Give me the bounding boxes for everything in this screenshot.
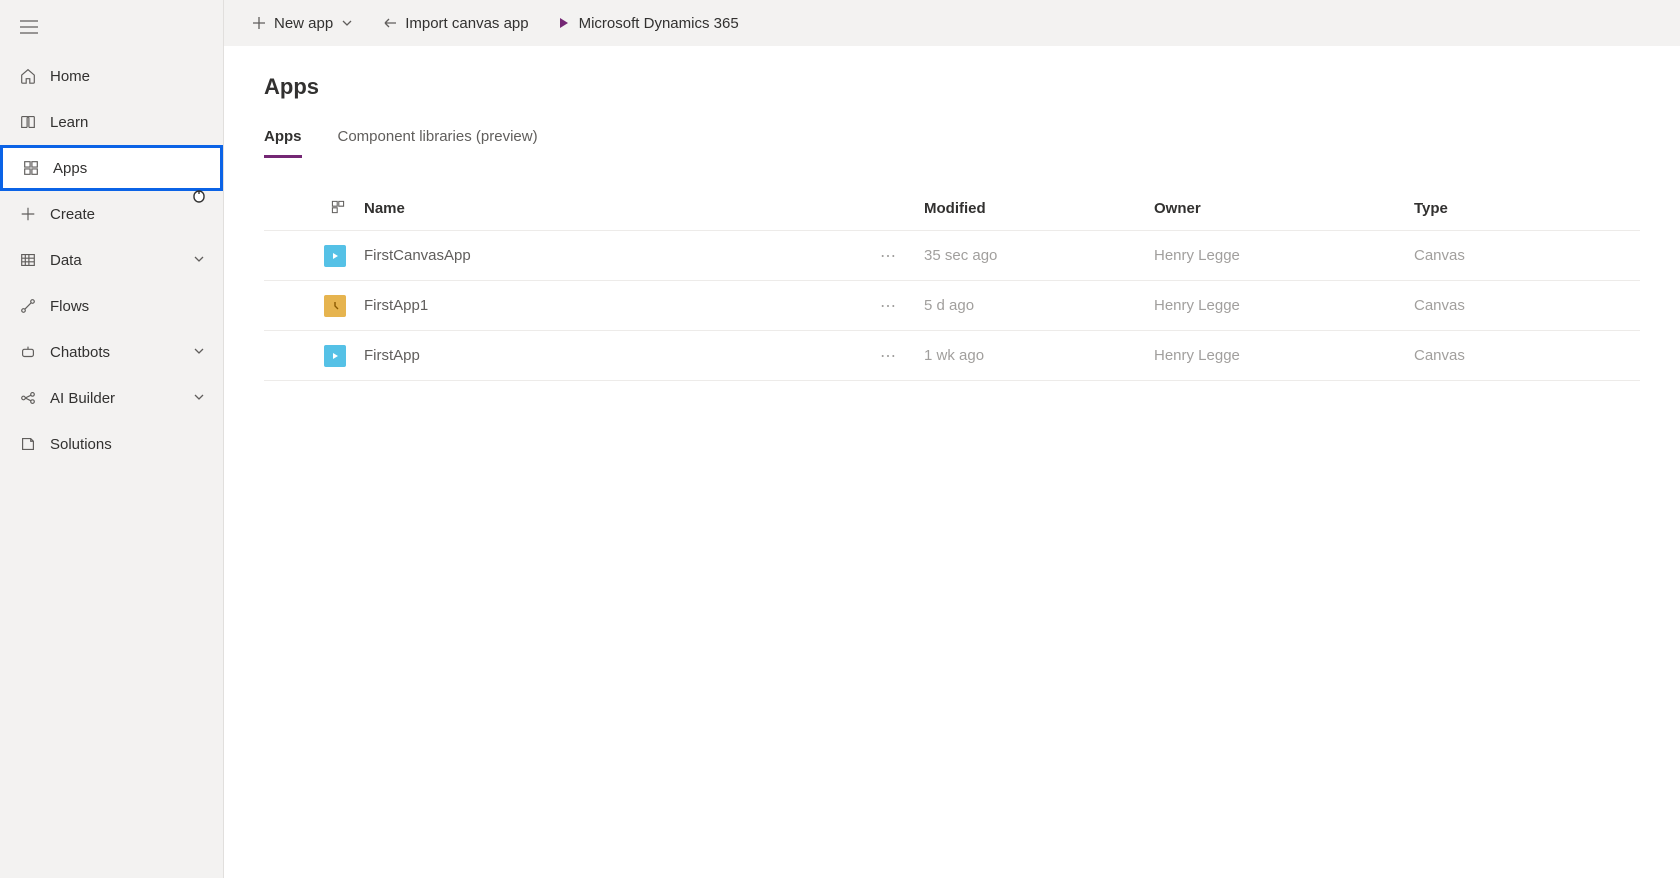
flows-icon <box>18 296 38 316</box>
column-header-modified[interactable]: Modified <box>924 200 1154 217</box>
content-panel: Apps Apps Component libraries (preview) … <box>224 46 1680 878</box>
sidebar-item-label: AI Builder <box>50 390 193 407</box>
app-name[interactable]: FirstApp <box>364 347 854 364</box>
sidebar-item-aibuilder[interactable]: AI Builder <box>0 375 223 421</box>
sidebar-item-solutions[interactable]: Solutions <box>0 421 223 467</box>
solutions-icon <box>18 434 38 454</box>
page-title: Apps <box>264 74 1640 100</box>
sidebar-item-label: Data <box>50 252 193 269</box>
sidebar-item-label: Home <box>50 68 205 85</box>
sidebar-item-label: Create <box>50 206 205 223</box>
tab-apps[interactable]: Apps <box>264 128 302 158</box>
apps-table: Name Modified Owner Type FirstCanvasApp … <box>264 187 1640 381</box>
book-icon <box>18 112 38 132</box>
sidebar-item-label: Learn <box>50 114 205 131</box>
tab-component-libraries[interactable]: Component libraries (preview) <box>338 128 538 158</box>
model-app-icon <box>324 295 346 317</box>
canvas-app-icon <box>324 245 346 267</box>
table-row[interactable]: FirstApp1 ⋯ 5 d ago Henry Legge Canvas <box>264 281 1640 331</box>
row-more-actions[interactable]: ⋯ <box>854 246 924 266</box>
sidebar-item-label: Solutions <box>50 436 205 453</box>
sidebar-item-learn[interactable]: Learn <box>0 99 223 145</box>
toolbar-label: Import canvas app <box>405 15 528 32</box>
row-more-actions[interactable]: ⋯ <box>854 296 924 316</box>
ai-icon <box>18 388 38 408</box>
chevron-down-icon <box>341 17 353 29</box>
table-row[interactable]: FirstCanvasApp ⋯ 35 sec ago Henry Legge … <box>264 231 1640 281</box>
plus-icon <box>18 204 38 224</box>
chatbot-icon <box>18 342 38 362</box>
app-modified: 5 d ago <box>924 297 1154 314</box>
sidebar-item-home[interactable]: Home <box>0 53 223 99</box>
app-type-icon-cell <box>264 295 364 317</box>
app-type: Canvas <box>1414 297 1614 314</box>
table-header-row: Name Modified Owner Type <box>264 187 1640 231</box>
app-type-icon-cell <box>264 345 364 367</box>
sidebar-item-flows[interactable]: Flows <box>0 283 223 329</box>
home-icon <box>18 66 38 86</box>
dynamics-365-button[interactable]: Microsoft Dynamics 365 <box>557 15 739 32</box>
new-app-button[interactable]: New app <box>252 15 353 32</box>
app-type: Canvas <box>1414 347 1614 364</box>
chevron-down-icon <box>193 252 205 268</box>
data-icon <box>18 250 38 270</box>
app-name[interactable]: FirstCanvasApp <box>364 247 854 264</box>
sidebar-item-label: Flows <box>50 298 205 315</box>
command-bar: New app Import canvas app Microsoft Dyna… <box>224 0 1680 46</box>
import-canvas-app-button[interactable]: Import canvas app <box>381 15 528 32</box>
column-header-name[interactable]: Name <box>364 200 854 217</box>
app-modified: 35 sec ago <box>924 247 1154 264</box>
column-header-type[interactable]: Type <box>1414 200 1614 217</box>
row-more-actions[interactable]: ⋯ <box>854 346 924 366</box>
import-icon <box>381 16 397 30</box>
app-owner: Henry Legge <box>1154 297 1414 314</box>
tab-bar: Apps Component libraries (preview) <box>264 128 1640 159</box>
sidebar-item-apps[interactable]: Apps <box>0 145 223 191</box>
toolbar-label: Microsoft Dynamics 365 <box>579 15 739 32</box>
sidebar-item-chatbots[interactable]: Chatbots <box>0 329 223 375</box>
canvas-app-icon <box>324 345 346 367</box>
chevron-down-icon <box>193 390 205 406</box>
sidebar: Home Learn Apps Create Data <box>0 0 224 878</box>
column-header-icon <box>264 199 364 219</box>
app-owner: Henry Legge <box>1154 247 1414 264</box>
plus-icon <box>252 16 266 30</box>
hamburger-menu[interactable] <box>0 8 223 53</box>
sidebar-item-data[interactable]: Data <box>0 237 223 283</box>
table-row[interactable]: FirstApp ⋯ 1 wk ago Henry Legge Canvas <box>264 331 1640 381</box>
dynamics-icon <box>557 16 571 30</box>
sidebar-item-label: Chatbots <box>50 344 193 361</box>
apps-icon <box>21 158 41 178</box>
app-name[interactable]: FirstApp1 <box>364 297 854 314</box>
sidebar-item-label: Apps <box>53 160 202 177</box>
main-region: New app Import canvas app Microsoft Dyna… <box>224 0 1680 878</box>
app-type: Canvas <box>1414 247 1614 264</box>
app-owner: Henry Legge <box>1154 347 1414 364</box>
app-type-icon-cell <box>264 245 364 267</box>
toolbar-label: New app <box>274 15 333 32</box>
chevron-down-icon <box>193 344 205 360</box>
column-header-owner[interactable]: Owner <box>1154 200 1414 217</box>
app-modified: 1 wk ago <box>924 347 1154 364</box>
sidebar-item-create[interactable]: Create <box>0 191 223 237</box>
